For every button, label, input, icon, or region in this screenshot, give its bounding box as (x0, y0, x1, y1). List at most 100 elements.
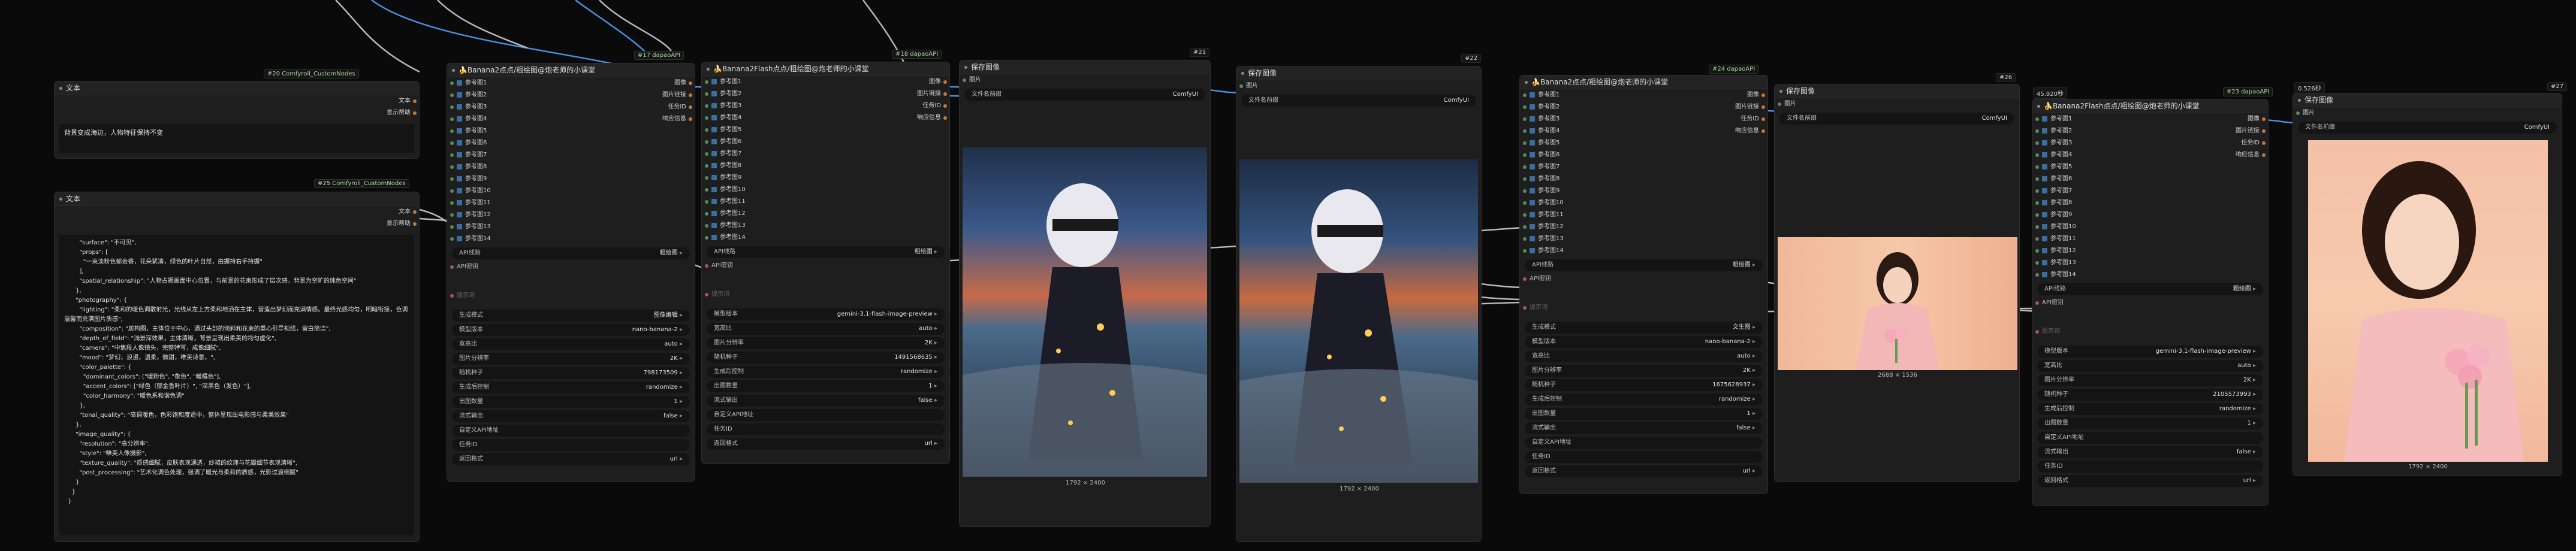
widget-model[interactable]: 模型版本 nano-banana-2 (1525, 336, 1763, 348)
widget-custom-api[interactable]: 自定义API地址 (707, 409, 945, 421)
input-slot[interactable]: 参考图14 (447, 233, 629, 245)
input-slot[interactable]: 参考图8 (2032, 197, 2208, 209)
input-slot[interactable]: 参考图2 (702, 88, 883, 100)
widget-task-id[interactable]: 任务ID (452, 439, 690, 451)
banana2flash-node-23[interactable]: 🍌Banana2Flash点点/粗绘图@炮老师的小课堂 参考图1 参考图2 参考… (2032, 99, 2269, 506)
output-slot[interactable]: 图片链接 (629, 89, 695, 101)
widget-control[interactable]: 生成后控制 randomize (2037, 403, 2263, 415)
input-slot[interactable]: 参考图11 (447, 197, 629, 209)
widget-stream[interactable]: 流式输出 false (1525, 422, 1763, 434)
banana2flash-node-18[interactable]: 🍌Banana2Flash点点/粗绘图@炮老师的小课堂 参考图1 参考图2 参考… (701, 62, 950, 464)
input-slot[interactable]: 参考图4 (1520, 125, 1702, 137)
output-slot-help[interactable]: 显示帮助 (55, 218, 419, 230)
output-slot[interactable]: 响应信息 (2208, 149, 2268, 161)
widget-resolution[interactable]: 图片分辨率 2K (2037, 374, 2263, 386)
input-slot[interactable]: 参考图2 (2032, 125, 2208, 137)
text-content[interactable]: "surface": "不可见", "props": [ "一束淡粉色郁金香，花… (59, 235, 414, 535)
input-slot-image[interactable]: 图片 (960, 74, 1210, 86)
output-slot[interactable]: 图像 (2208, 113, 2268, 125)
input-slot[interactable]: 参考图7 (2032, 185, 2208, 197)
collapse-dot-icon[interactable] (1241, 72, 1244, 75)
prompt-input[interactable]: 提示词 (2032, 326, 2268, 337)
prompt-input[interactable]: 提示词 (447, 290, 695, 301)
output-slot[interactable]: 响应信息 (629, 113, 695, 125)
input-slot[interactable]: 参考图4 (2032, 149, 2208, 161)
input-slot[interactable]: 参考图8 (447, 161, 629, 173)
save-image-node-21[interactable]: 保存图像 图片 文件名前缀 ComfyUI 1792 × 2400 (959, 60, 1211, 527)
widget-stream[interactable]: 流式输出 false (707, 395, 945, 407)
widget-mode[interactable]: 生成模式 图像编辑 (452, 310, 690, 322)
input-slot[interactable]: 参考图2 (447, 89, 629, 101)
widget-aspect[interactable]: 宽高比 auto (2037, 360, 2263, 372)
widget-return-format[interactable]: 返回格式 url (452, 453, 690, 465)
output-slot[interactable]: 图片链接 (1702, 101, 1767, 113)
output-slot[interactable]: 图像 (629, 77, 695, 89)
save-image-node-22[interactable]: 保存图像 图片 文件名前缀 ComfyUI 1792 × 2400 (1236, 66, 1482, 542)
preview-image[interactable] (963, 147, 1207, 477)
widget-control[interactable]: 生成后控制 randomize (452, 382, 690, 393)
output-slot[interactable]: 任务ID (629, 101, 695, 113)
save-image-node-27[interactable]: 保存图像 图片 文件名前缀 ComfyUI 1792 × 2400 (2293, 93, 2562, 476)
widget-custom-api[interactable]: 自定义API地址 (452, 425, 690, 437)
input-slot[interactable]: 参考图10 (2032, 221, 2208, 233)
api-route-select[interactable]: API线路 粗绘图 (452, 247, 690, 259)
widget-control[interactable]: 生成后控制 randomize (1525, 393, 1763, 405)
input-slot[interactable]: 参考图13 (1520, 233, 1702, 245)
api-key-input[interactable]: API密钥 (447, 262, 695, 273)
input-slot[interactable]: 参考图3 (702, 100, 883, 112)
widget-stream[interactable]: 流式输出 false (2037, 446, 2263, 458)
text-node-small[interactable]: 文本 文本 显示帮助 背景变成海边，人物特征保持不变 (54, 81, 420, 159)
widget-seed[interactable]: 随机种子 798173509 (452, 367, 690, 379)
api-route-select[interactable]: API线路 粗绘图 (707, 246, 945, 258)
collapse-dot-icon[interactable] (964, 66, 967, 69)
input-slot[interactable]: 参考图11 (702, 196, 883, 208)
output-slot-help[interactable]: 显示帮助 (55, 107, 419, 119)
output-slot[interactable]: 任务ID (2208, 137, 2268, 149)
input-slot[interactable]: 参考图9 (1520, 185, 1702, 197)
output-slot[interactable]: 响应信息 (1702, 125, 1767, 137)
collapse-dot-icon[interactable] (452, 69, 455, 72)
collapse-dot-icon[interactable] (707, 68, 710, 71)
input-slot[interactable]: 参考图7 (447, 149, 629, 161)
input-slot[interactable]: 参考图8 (1520, 173, 1702, 185)
output-slot[interactable]: 图像 (1702, 89, 1767, 101)
input-slot[interactable]: 参考图12 (447, 209, 629, 221)
input-slot[interactable]: 参考图9 (2032, 209, 2208, 221)
input-slot[interactable]: 参考图12 (1520, 221, 1702, 233)
api-route-select[interactable]: API线路 粗绘图 (2037, 283, 2263, 295)
preview-image[interactable] (2308, 140, 2548, 462)
api-route-select[interactable]: API线路 粗绘图 (1525, 259, 1763, 271)
widget-seed[interactable]: 随机种子 1491568635 (707, 352, 945, 364)
banana2-node-24[interactable]: 🍌Banana2点点/粗绘图@炮老师的小课堂 参考图1 参考图2 参考图3 参考… (1519, 75, 1768, 494)
input-slot[interactable]: 参考图1 (2032, 113, 2208, 125)
input-slot[interactable]: 参考图3 (1520, 113, 1702, 125)
input-slot[interactable]: 参考图7 (1520, 161, 1702, 173)
input-slot[interactable]: 参考图14 (2032, 269, 2208, 281)
output-slot-text[interactable]: 文本 (55, 206, 419, 218)
input-slot[interactable]: 参考图5 (702, 124, 883, 136)
filename-prefix-input[interactable]: 文件名前缀 ComfyUI (1241, 95, 1476, 107)
widget-seed[interactable]: 随机种子 1675628937 (1525, 379, 1763, 391)
input-slot[interactable]: 参考图9 (702, 172, 883, 184)
widget-control[interactable]: 生成后控制 randomize (707, 366, 945, 378)
collapse-dot-icon[interactable] (1779, 90, 1782, 93)
widget-task-id[interactable]: 任务ID (2037, 461, 2263, 473)
widget-count[interactable]: 出图数量 1 (707, 380, 945, 392)
input-slot[interactable]: 参考图6 (702, 136, 883, 148)
input-slot-image[interactable]: 图片 (2293, 107, 2562, 119)
input-slot[interactable]: 参考图11 (2032, 233, 2208, 245)
prompt-input[interactable]: 提示词 (702, 289, 949, 300)
input-slot[interactable]: 参考图4 (702, 112, 883, 124)
widget-count[interactable]: 出图数量 1 (2037, 417, 2263, 429)
widget-return-format[interactable]: 返回格式 url (2037, 475, 2263, 487)
input-slot[interactable]: 参考图13 (2032, 257, 2208, 269)
output-slot[interactable]: 图像 (883, 76, 949, 88)
input-slot[interactable]: 参考图11 (1520, 209, 1702, 221)
input-slot[interactable]: 参考图7 (702, 148, 883, 160)
widget-task-id[interactable]: 任务ID (1525, 451, 1763, 463)
widget-mode[interactable]: 生成模式 文生图 (1525, 322, 1763, 334)
api-key-input[interactable]: API密钥 (1520, 274, 1767, 284)
widget-model[interactable]: 模型版本 nano-banana-2 (452, 324, 690, 336)
input-slot[interactable]: 参考图12 (2032, 245, 2208, 257)
widget-model[interactable]: 模型版本 gemini-3.1-flash-image-preview (707, 308, 945, 320)
